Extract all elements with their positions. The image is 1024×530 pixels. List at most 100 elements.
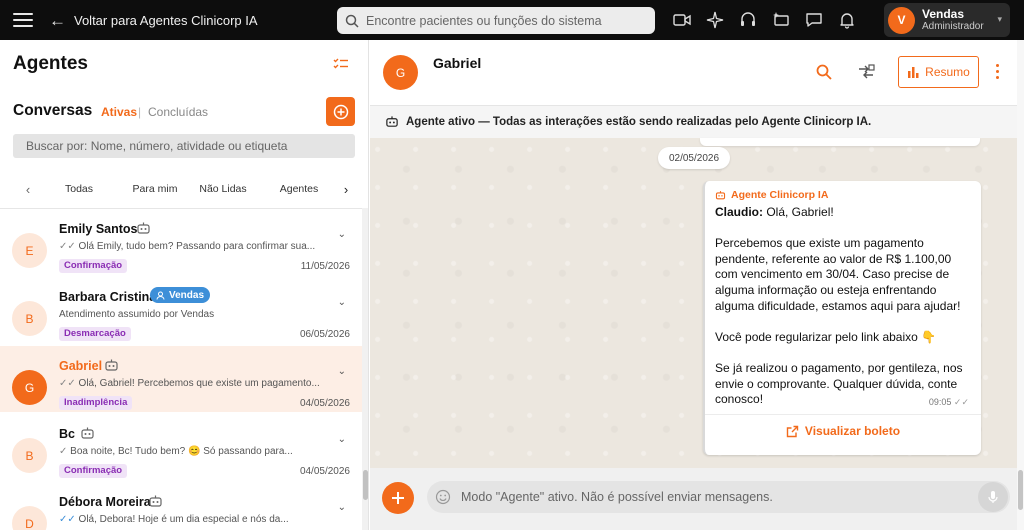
contact-name: Gabriel <box>59 359 103 373</box>
conversation-list: E Emily Santos ✓✓ Olá Emily, tudo bem? P… <box>0 208 362 530</box>
global-search-input[interactable]: Encontre pacientes ou funções do sistema <box>337 7 655 34</box>
tab-separator: | <box>138 105 142 119</box>
attach-button[interactable] <box>382 482 414 514</box>
chevron-down-icon[interactable]: ⌄ <box>338 229 346 240</box>
user-role: Administrador <box>922 21 984 33</box>
back-arrow-icon[interactable]: ← <box>49 12 66 29</box>
contact-name: Débora Moreira <box>59 495 151 509</box>
read-check-icon: ✓✓ <box>59 514 76 525</box>
status-tag: Confirmação <box>59 259 128 273</box>
user-name: Vendas <box>922 6 965 21</box>
agent-active-banner: Agente ativo — Todas as interações estão… <box>370 106 1024 138</box>
chevron-right-icon[interactable]: › <box>337 182 355 197</box>
agent-notice-text: Agente ativo — Todas as interações estão… <box>406 116 872 128</box>
message-sender: Agente Clinicorp IA <box>715 189 828 201</box>
chat-header: G Gabriel Resumo <box>370 40 1024 106</box>
user-menu[interactable]: V Vendas Administrador ▾ <box>884 3 1010 37</box>
plus-circle-icon <box>333 104 348 119</box>
conversations-title: Conversas <box>13 102 93 119</box>
filter-tabs: ‹ Todas Para mim Não Lidas Agentes › <box>0 170 368 208</box>
robot-icon <box>715 190 726 199</box>
status-tag: Inadimplência <box>59 396 133 410</box>
status-tag: Confirmação <box>59 464 128 478</box>
conversation-item[interactable]: D Débora Moreira ✓✓ Olá, Debora! Hoje é … <box>0 482 362 530</box>
conversation-date: 04/05/2026 <box>299 398 350 409</box>
status-tag: Desmarcação <box>59 327 131 341</box>
chevron-down-icon[interactable]: ⌄ <box>338 297 346 308</box>
conversation-date: 04/05/2026 <box>299 466 350 477</box>
contact-name: Emily Santos <box>59 222 138 236</box>
message-preview: Atendimento assumido por Vendas <box>59 309 215 320</box>
bar-chart-icon <box>908 67 919 78</box>
avatar: B <box>12 301 47 336</box>
conversation-item[interactable]: E Emily Santos ✓✓ Olá Emily, tudo bem? P… <box>0 209 362 275</box>
external-link-icon <box>786 425 799 437</box>
divider <box>705 414 981 415</box>
page-title: Agentes <box>13 53 88 74</box>
top-bar: ← Voltar para Agentes Clinicorp IA Encon… <box>0 0 1024 40</box>
message-text: Claudio: Olá, Gabriel! Percebemos que ex… <box>715 205 963 407</box>
filter-todas[interactable]: Todas <box>43 183 115 195</box>
chevron-down-icon[interactable]: ⌄ <box>338 434 346 445</box>
chat-icon[interactable] <box>804 10 824 30</box>
search-icon[interactable] <box>814 62 834 82</box>
conversation-list-scrollbar[interactable] <box>362 208 368 530</box>
filter-para-mim[interactable]: Para mim <box>119 183 191 195</box>
tab-concluidas[interactable]: Concluídas <box>148 105 208 119</box>
assigned-badge: Vendas <box>150 287 211 303</box>
transfer-icon[interactable] <box>856 62 876 82</box>
sparkle-icon[interactable] <box>705 10 725 30</box>
message-input-bar: Modo "Agente" ativo. Não é possível envi… <box>370 468 1024 530</box>
filter-nao-lidas[interactable]: Não Lidas <box>191 183 255 195</box>
global-search-placeholder: Encontre pacientes ou funções do sistema <box>366 13 602 28</box>
message-input-placeholder: Modo "Agente" ativo. Não é possível envi… <box>461 490 773 504</box>
robot-icon <box>81 427 94 439</box>
chevron-down-icon: ▾ <box>997 14 1002 24</box>
emoji-icon[interactable] <box>435 489 451 505</box>
chat-scrollbar[interactable] <box>1017 40 1024 530</box>
avatar: G <box>12 370 47 405</box>
conversation-item[interactable]: B Bc ✓ Boa noite, Bc! Tudo bem? 😊 Só pas… <box>0 414 362 480</box>
headset-icon[interactable] <box>738 10 758 30</box>
message-preview: ✓ Boa noite, Bc! Tudo bem? 😊 Só passando… <box>59 446 293 457</box>
user-icon <box>156 291 165 300</box>
video-icon[interactable] <box>672 10 692 30</box>
resumo-button[interactable]: Resumo <box>898 56 979 88</box>
bell-icon[interactable] <box>837 10 857 30</box>
message-preview: ✓✓ Olá, Debora! Hoje é um dia especial e… <box>59 514 289 525</box>
chevron-down-icon[interactable]: ⌄ <box>338 502 346 513</box>
view-boleto-link[interactable]: Visualizar boleto <box>705 424 981 438</box>
message-time: 09:05 ✓✓ <box>928 397 969 407</box>
avatar: E <box>12 233 47 268</box>
add-conversation-button[interactable] <box>326 97 355 126</box>
checklist-icon[interactable] <box>333 57 349 76</box>
conversation-item[interactable]: B Barbara Cristina Vendas Atendimento as… <box>0 277 362 343</box>
chat-panel: G Gabriel Resumo Agente ativo — Todas as… <box>370 40 1024 530</box>
conversation-search-input[interactable]: Buscar por: Nome, número, atividade ou e… <box>13 134 355 158</box>
microphone-button[interactable] <box>978 482 1008 512</box>
delivered-check-icon: ✓✓ <box>953 397 969 407</box>
message-preview: ✓✓ Olá, Gabriel! Percebemos que existe u… <box>59 378 320 389</box>
chevron-left-icon[interactable]: ‹ <box>19 182 37 197</box>
more-options-icon[interactable] <box>996 64 999 79</box>
filter-agentes[interactable]: Agentes <box>267 183 331 195</box>
robot-icon <box>149 495 162 507</box>
tab-ativas[interactable]: Ativas <box>101 105 137 119</box>
message-preview: ✓✓ Olá Emily, tudo bem? Passando para co… <box>59 241 316 252</box>
message-input[interactable]: Modo "Agente" ativo. Não é possível envi… <box>427 481 1010 513</box>
menu-icon[interactable] <box>13 13 33 27</box>
previous-message-fragment <box>700 138 980 146</box>
back-link[interactable]: Voltar para Agentes Clinicorp IA <box>74 13 258 28</box>
date-separator: 02/05/2026 <box>658 147 730 169</box>
contact-name: Bc <box>59 427 75 441</box>
robot-icon <box>386 116 398 127</box>
conversation-item-selected[interactable]: G Gabriel ✓✓ Olá, Gabriel! Percebemos qu… <box>0 346 362 412</box>
resumo-label: Resumo <box>925 65 970 79</box>
conversations-panel: Agentes Conversas Ativas | Concluídas Bu… <box>0 40 369 530</box>
chevron-down-icon[interactable]: ⌄ <box>338 366 346 377</box>
conversation-date: 06/05/2026 <box>299 329 350 340</box>
robot-icon <box>105 359 118 371</box>
top-bar-icons <box>672 10 857 30</box>
user-avatar: V <box>888 6 915 34</box>
screen-sparkle-icon[interactable] <box>771 10 791 30</box>
